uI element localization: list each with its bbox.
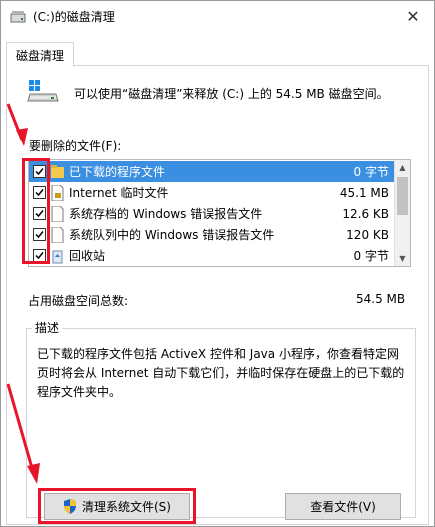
drive-icon	[10, 11, 26, 23]
list-item[interactable]: Internet 临时文件 45.1 MB	[29, 182, 395, 203]
files-list[interactable]: 已下载的程序文件 0 字节 Internet 临时文件 45.1 MB 系统存档…	[28, 159, 411, 267]
list-item[interactable]: 已下载的程序文件 0 字节	[29, 161, 395, 182]
total-space-label: 占用磁盘空间总数:	[28, 294, 129, 308]
scroll-up-arrow-icon[interactable]: ▲	[395, 160, 410, 175]
checkbox-highlight-box	[22, 158, 50, 264]
close-icon: ✕	[406, 6, 420, 26]
file-size: 0 字节	[353, 165, 389, 179]
list-item[interactable]: 系统队列中的 Windows 错误报告文件 120 KB	[29, 224, 395, 245]
file-size: 12.6 KB	[342, 206, 389, 221]
intro-text: 可以使用“磁盘清理”来释放 (C:) 上的 54.5 MB 磁盘空间。	[74, 87, 389, 101]
file-name: Internet 临时文件	[69, 186, 169, 200]
folder-icon	[51, 165, 64, 178]
disk-drive-icon	[27, 80, 59, 102]
document-icon	[51, 206, 64, 222]
list-item[interactable]: 系统存档的 Windows 错误报告文件 12.6 KB	[29, 203, 395, 224]
files-to-delete-label: 要删除的文件(F):	[29, 139, 122, 153]
file-size: 0 字节	[353, 249, 389, 263]
list-item[interactable]: 回收站 0 字节	[29, 245, 395, 266]
document-icon	[51, 227, 64, 243]
total-space-value: 54.5 MB	[356, 292, 406, 306]
file-name: 已下载的程序文件	[69, 165, 166, 179]
scrollbar-thumb[interactable]	[397, 177, 408, 215]
file-size: 45.1 MB	[339, 185, 389, 200]
file-name: 系统队列中的 Windows 错误报告文件	[69, 228, 275, 242]
tab-disk-cleanup[interactable]: 磁盘清理	[6, 42, 74, 67]
file-name: 系统存档的 Windows 错误报告文件	[69, 207, 263, 221]
scroll-down-arrow-icon[interactable]: ▼	[395, 251, 410, 266]
file-size: 120 KB	[346, 227, 389, 242]
lock-file-icon	[51, 185, 64, 201]
description-title: 描述	[32, 319, 63, 336]
file-name: 回收站	[69, 249, 106, 263]
vertical-scrollbar[interactable]: ▲ ▼	[394, 160, 410, 266]
window-title: (C:)的磁盘清理	[33, 10, 115, 24]
close-button[interactable]: ✕	[400, 5, 426, 27]
description-text: 已下载的程序文件包括 ActiveX 控件和 Java 小程序，你查看特定网页时…	[37, 347, 405, 399]
recycle-bin-icon	[52, 250, 63, 264]
view-files-button[interactable]: 查看文件(V)	[285, 493, 401, 520]
button-highlight-box	[38, 488, 196, 524]
